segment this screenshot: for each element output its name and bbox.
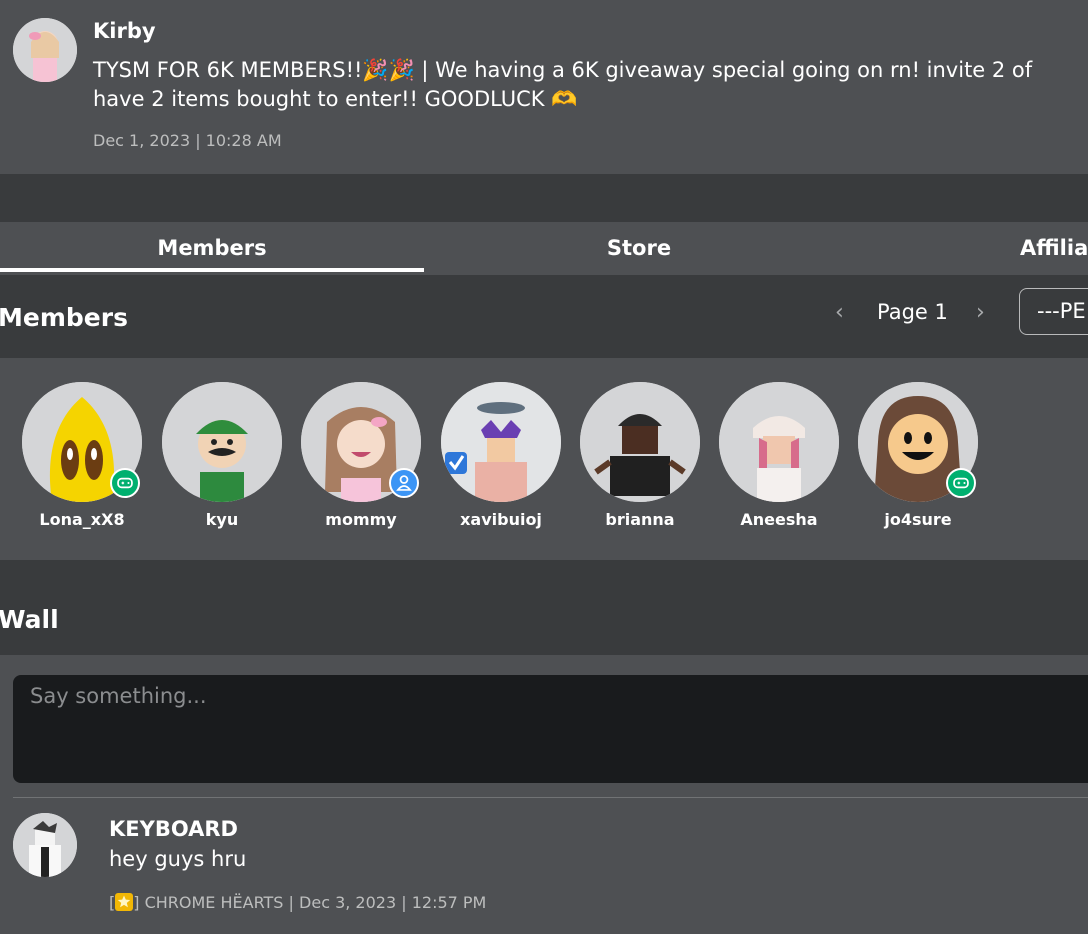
member-card[interactable]: jo4sure	[858, 382, 978, 529]
member-name[interactable]: Aneesha	[699, 510, 859, 529]
members-title: Members	[0, 303, 128, 332]
active-tab-indicator	[0, 268, 424, 272]
member-name[interactable]: jo4sure	[838, 510, 998, 529]
chevron-left-icon[interactable]: ‹	[835, 300, 844, 325]
page-label: Page 1	[877, 300, 948, 324]
member-card[interactable]: brianna	[580, 382, 700, 529]
member-avatar[interactable]	[719, 382, 839, 502]
shout-author-name[interactable]: Kirby	[93, 19, 156, 43]
member-name[interactable]: mommy	[281, 510, 441, 529]
wall-post-input[interactable]	[13, 675, 1088, 783]
gamepad-icon	[946, 468, 976, 498]
person-icon	[389, 468, 419, 498]
tab-affiliates[interactable]: Affilia	[1020, 222, 1088, 275]
post-body: hey guys hru	[109, 847, 247, 871]
chevron-right-icon[interactable]: ›	[976, 300, 985, 325]
member-avatar[interactable]	[580, 382, 700, 502]
member-card[interactable]: Aneesha	[719, 382, 839, 529]
tab-store[interactable]: Store	[424, 222, 854, 275]
wall-title: Wall	[0, 605, 59, 634]
member-avatar[interactable]	[441, 382, 561, 502]
star-icon	[115, 893, 134, 911]
post-meta: [] CHROME HËARTS | Dec 3, 2023 | 12:57 P…	[109, 893, 486, 912]
divider	[13, 797, 1088, 798]
shout-message: TYSM FOR 6K MEMBERS!!🎉🎉 | We having a 6K…	[93, 58, 1033, 111]
member-name[interactable]: Lona_xX8	[2, 510, 162, 529]
gamepad-icon	[110, 468, 140, 498]
member-card[interactable]: Lona_xX8	[22, 382, 142, 529]
member-card[interactable]: xavibuioj	[441, 382, 561, 529]
post-author-avatar[interactable]	[13, 813, 77, 877]
member-avatar[interactable]	[162, 382, 282, 502]
member-name[interactable]: brianna	[560, 510, 720, 529]
member-name[interactable]: kyu	[142, 510, 302, 529]
shout-author-avatar[interactable]	[13, 18, 77, 82]
role-date-label: ] CHROME HËARTS | Dec 3, 2023 | 12:57 PM	[133, 893, 487, 912]
wall-header	[0, 560, 1088, 655]
post-author-name[interactable]: KEYBOARD	[109, 817, 238, 841]
member-name[interactable]: xavibuioj	[421, 510, 581, 529]
shout-date: Dec 1, 2023 | 10:28 AM	[93, 131, 282, 150]
member-card[interactable]: mommy	[301, 382, 421, 529]
member-card[interactable]: kyu	[162, 382, 282, 529]
role-select[interactable]: ---PE	[1019, 288, 1088, 335]
